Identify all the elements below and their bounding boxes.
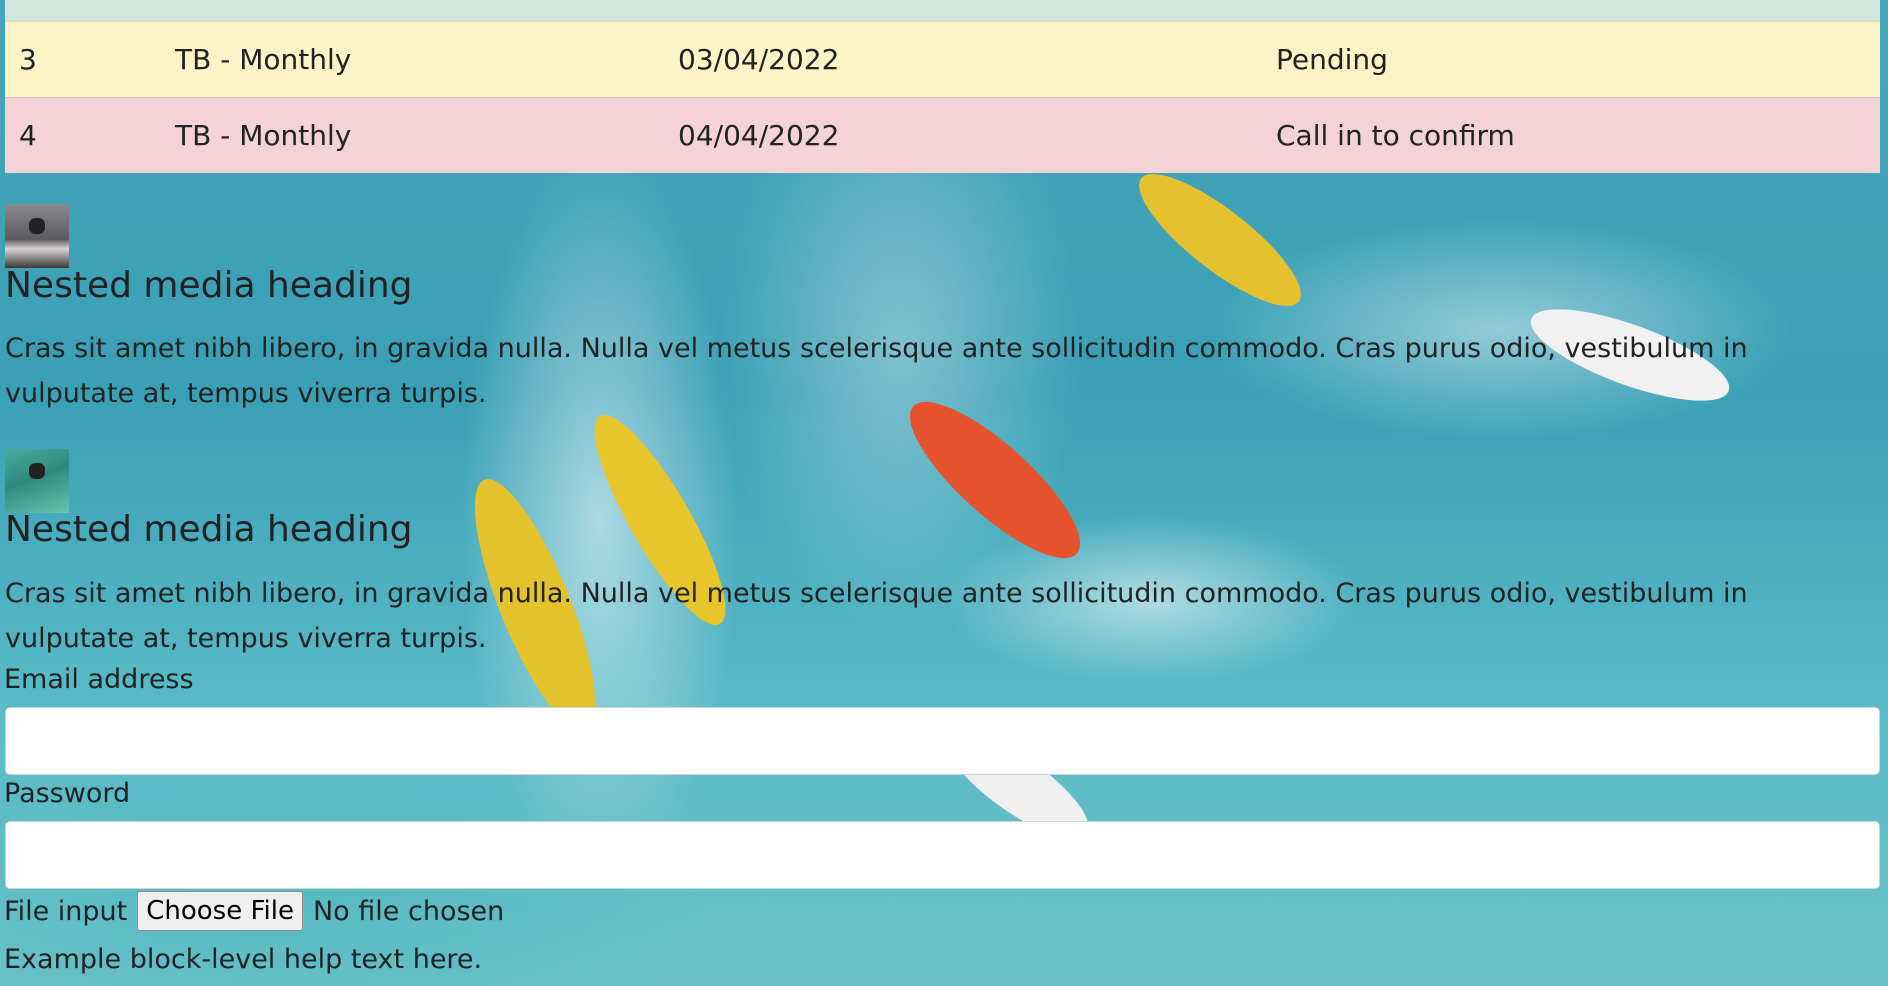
- row-id: 4: [5, 97, 161, 173]
- email-field[interactable]: [5, 707, 1880, 775]
- row-id: 3: [5, 21, 161, 98]
- media-body: Cras sit amet nibh libero, in gravida nu…: [5, 333, 1748, 409]
- row-status: Pending: [1262, 21, 1880, 98]
- row-product: TB - Monthly: [161, 21, 664, 98]
- table-row: 4 TB - Monthly 04/04/2022 Call in to con…: [5, 97, 1880, 173]
- media-body: Cras sit amet nibh libero, in gravida nu…: [5, 578, 1748, 654]
- file-input-label: File input: [4, 895, 128, 927]
- row-status: Call in to confirm: [1262, 97, 1880, 173]
- swimmer-thumbnail-icon: [5, 449, 69, 513]
- file-input-row: File input Choose File No file chosen: [4, 891, 504, 931]
- orders-table: 3 TB - Monthly 03/04/2022 Pending 4 TB -…: [5, 0, 1880, 173]
- table-row-partial: [5, 0, 1880, 22]
- table-row: 3 TB - Monthly 03/04/2022 Pending: [5, 21, 1880, 98]
- figure-icon: [29, 218, 45, 234]
- skateboarder-thumbnail-icon: [5, 204, 69, 268]
- file-status-text: No file chosen: [312, 895, 505, 927]
- help-text: Example block-level help text here.: [4, 944, 483, 975]
- row-product: TB - Monthly: [161, 97, 664, 173]
- media-heading: Nested media heading: [5, 265, 413, 306]
- row-date: 03/04/2022: [664, 21, 1262, 98]
- figure-icon: [29, 463, 45, 479]
- password-label: Password: [4, 778, 131, 809]
- email-label: Email address: [4, 664, 194, 695]
- media-heading: Nested media heading: [5, 509, 413, 550]
- row-date: 04/04/2022: [664, 97, 1262, 173]
- background-surfboard: [1122, 154, 1318, 326]
- password-field[interactable]: [5, 821, 1880, 889]
- choose-file-button[interactable]: Choose File: [137, 891, 303, 931]
